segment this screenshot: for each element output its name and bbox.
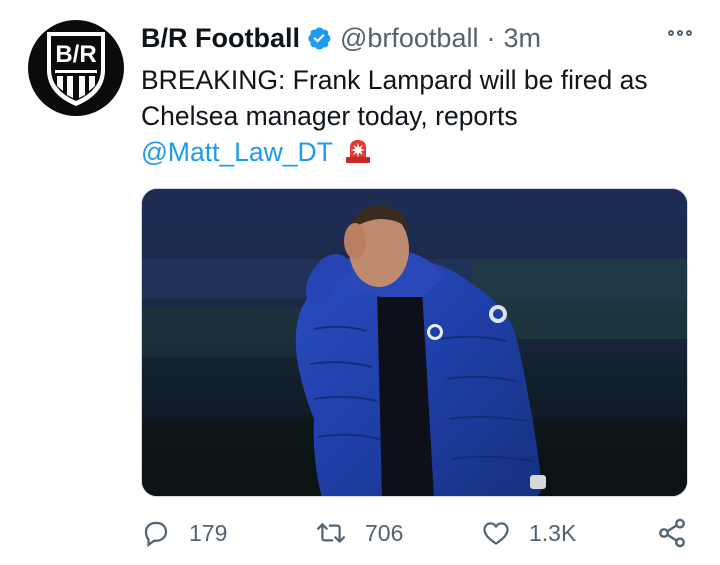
retweet-icon [316,523,346,543]
svg-text:B/R: B/R [55,41,96,68]
tweet-text-line-1: BREAKING: Frank Lampard will be fired as [141,65,648,95]
rotating-light-icon [343,135,373,174]
br-logo-icon: B/R [47,32,105,106]
tweet-header: B/R Football @brfootball · 3m [141,20,700,56]
avatar[interactable]: B/R [28,20,124,116]
verified-badge-icon [306,25,332,51]
retweet-count: 706 [365,519,404,546]
retweet-button[interactable]: 706 [315,512,403,554]
tweet-text: BREAKING: Frank Lampard will be fired as… [141,62,701,174]
like-button[interactable]: 1.3K [481,512,576,554]
tweet-actions: 179 706 1.3K [141,512,696,554]
more-options-icon[interactable] [668,30,692,36]
photo-image [142,189,687,496]
separator-dot: · [486,22,496,53]
tweet-text-line-2: Chelsea manager today, reports [141,101,518,131]
reply-button[interactable]: 179 [141,512,227,554]
share-button[interactable] [656,512,688,554]
share-icon [659,518,685,548]
reply-count: 179 [189,519,228,546]
tweet-timestamp[interactable]: 3m [503,23,541,54]
mention-link[interactable]: @Matt_Law_DT [141,137,333,167]
tweet-text-line-3: @Matt_Law_DT [141,134,701,174]
reply-icon [144,521,168,548]
account-name[interactable]: B/R Football [141,23,300,54]
tweet-photo[interactable] [141,188,688,497]
like-count: 1.3K [529,519,577,546]
heart-icon [483,522,509,545]
account-handle[interactable]: @brfootball [340,23,478,54]
